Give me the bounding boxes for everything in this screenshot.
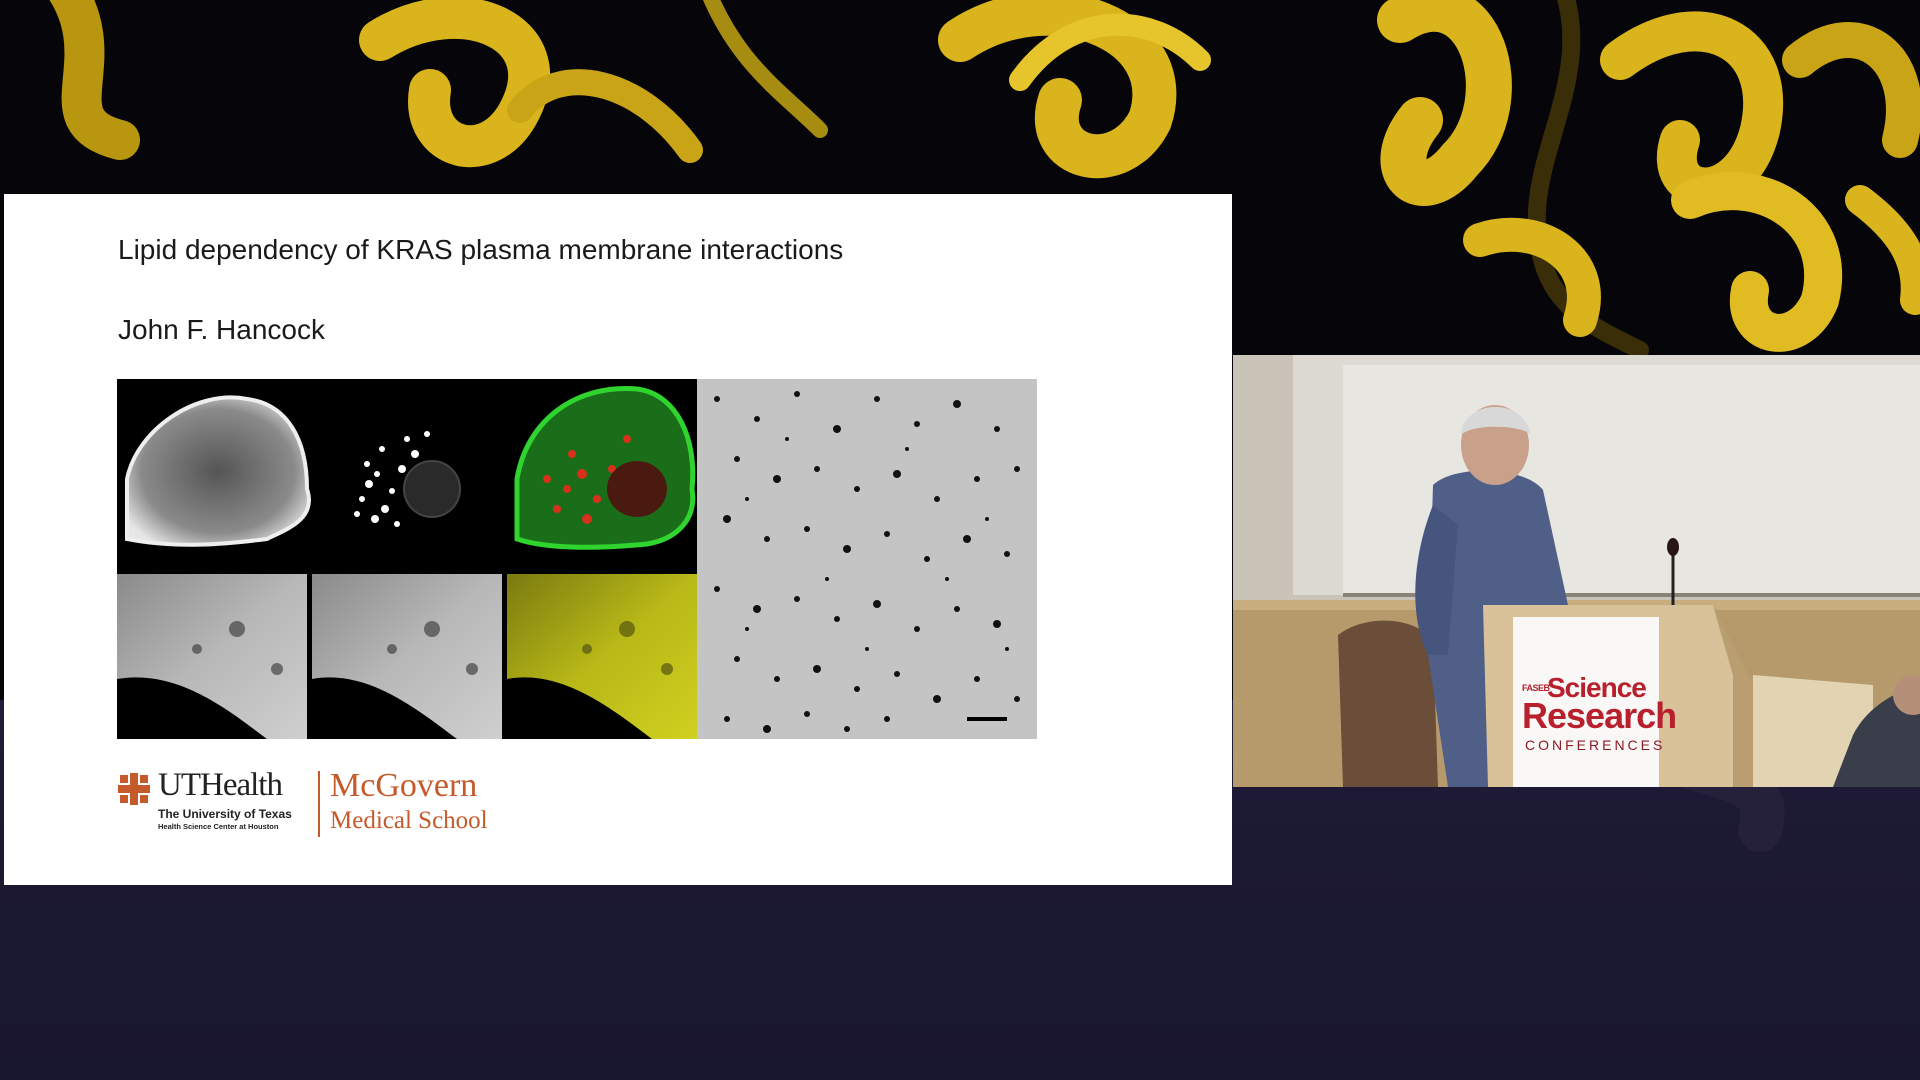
- speaker-video: FASEB Science Research CONFERENCES: [1233, 355, 1920, 787]
- microscopy-panel-grid: [117, 379, 697, 739]
- mcgovern-wordmark: McGovern: [330, 767, 478, 804]
- logo-divider: [318, 771, 320, 837]
- uthealth-subtitle: The University of Texas: [158, 807, 292, 821]
- sign-conferences: CONFERENCES: [1525, 737, 1666, 753]
- podium-sign: FASEB Science Research CONFERENCES: [1513, 617, 1677, 787]
- institution-logo: UTHealth The University of Texas Health …: [118, 767, 538, 841]
- electron-micrograph: [697, 379, 1037, 739]
- sign-org: FASEB: [1522, 683, 1550, 693]
- presentation-slide: Lipid dependency of KRAS plasma membrane…: [4, 194, 1232, 885]
- medical-school-wordmark: Medical School: [330, 807, 488, 834]
- uthealth-cross-icon: [118, 773, 150, 805]
- slide-title: Lipid dependency of KRAS plasma membrane…: [118, 234, 844, 265]
- uthealth-wordmark: UTHealth: [158, 767, 283, 803]
- uthealth-subtitle-small: Health Science Center at Houston: [158, 822, 279, 831]
- slide-author: John F. Hancock: [118, 314, 325, 345]
- sign-research: Research: [1522, 695, 1677, 736]
- scale-bar-icon: [967, 717, 1007, 721]
